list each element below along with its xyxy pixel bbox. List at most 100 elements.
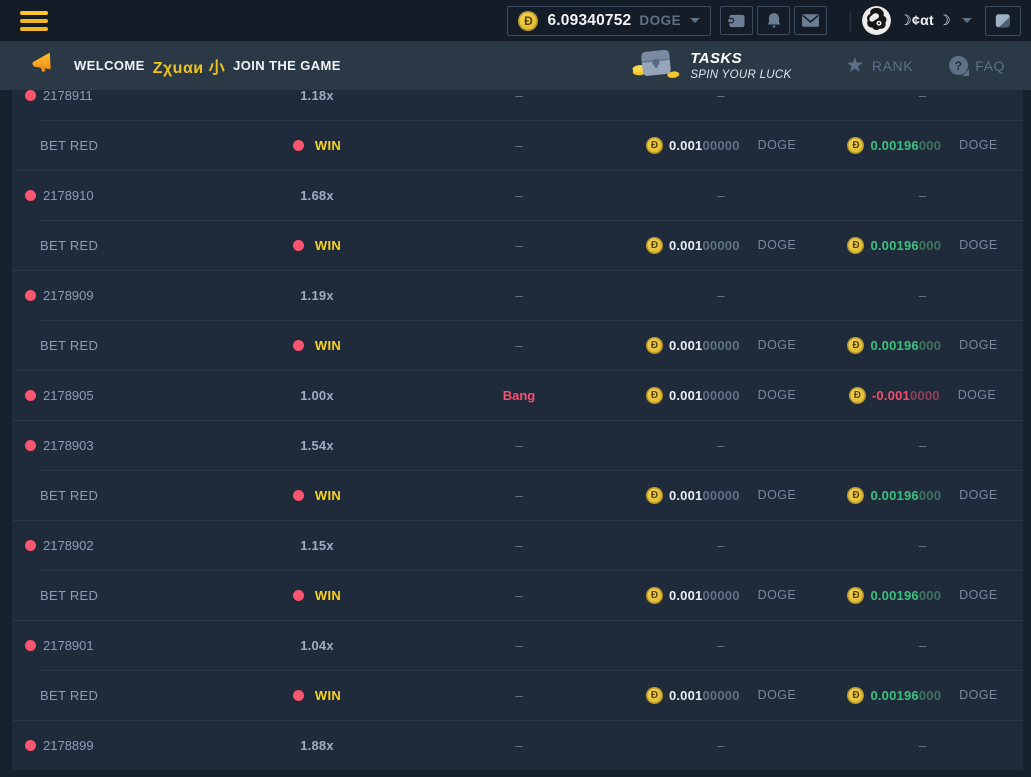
table-cell: – <box>418 488 620 503</box>
tasks-button[interactable]: TASKS SPIN YOUR LUCK <box>630 43 791 88</box>
round-color-dot <box>25 390 36 401</box>
round-id-link[interactable]: 2178905 <box>43 388 94 403</box>
round-id-link[interactable]: 2178910 <box>43 188 94 203</box>
amount-main: 0.001 <box>669 388 703 403</box>
profit-amount-value: -0.0010000 <box>872 388 940 403</box>
placeholder-dash: – <box>919 438 926 453</box>
welcome-prefix: WELCOME <box>74 58 145 73</box>
placeholder-dash: – <box>717 538 724 553</box>
tasks-title: TASKS <box>690 50 791 67</box>
placeholder-dash: – <box>515 90 522 103</box>
profit-amount-value: 0.00196000 <box>870 238 941 253</box>
round-id-link[interactable]: 2178901 <box>43 638 94 653</box>
user-menu[interactable]: ☽¢αt ☽ <box>862 6 972 35</box>
table-cell: 1.68x <box>216 188 418 203</box>
wallet-button[interactable] <box>720 6 753 35</box>
table-cell: WIN <box>216 488 418 503</box>
table-row: 21789031.54x––– <box>12 420 1023 470</box>
table-row: BET REDWIN–Đ0.00100000DOGEĐ0.00196000DOG… <box>12 120 1023 170</box>
doge-coin-icon: Đ <box>646 337 663 354</box>
currency-label: DOGE <box>958 388 996 402</box>
amount-trailing-zeros: 00000 <box>702 138 739 153</box>
menu-button[interactable] <box>20 7 48 35</box>
table-cell: – <box>418 638 620 653</box>
table-row: 21789091.19x––– <box>12 270 1023 320</box>
profit-amount: Đ0.00196000DOGE <box>847 237 997 254</box>
table-row: 21788991.88x––– <box>12 720 1023 770</box>
amount-main: 0.00196 <box>870 138 918 153</box>
currency-label: DOGE <box>959 338 997 352</box>
placeholder-dash: – <box>919 738 926 753</box>
megaphone-icon <box>30 50 57 82</box>
bet-amount-value: 0.00100000 <box>669 488 740 503</box>
amount-trailing-zeros: 0000 <box>910 388 940 403</box>
table-cell: – <box>620 288 822 303</box>
username: ☽¢αt ☽ <box>899 12 951 29</box>
placeholder-dash: – <box>515 188 522 203</box>
round-id-link[interactable]: 2178909 <box>43 288 94 303</box>
welcome-username: Zχuαи 小 <box>153 54 225 78</box>
win-indicator-dot <box>293 490 304 501</box>
round-multiplier: 1.19x <box>300 288 334 303</box>
round-multiplier: 1.00x <box>300 388 334 403</box>
round-id-link[interactable]: 2178902 <box>43 538 94 553</box>
placeholder-dash: – <box>717 288 724 303</box>
table-cell: – <box>822 738 1023 753</box>
currency-label: DOGE <box>758 488 796 502</box>
balance-selector[interactable]: Đ 6.09340752 DOGE <box>507 6 711 36</box>
tasks-text: TASKS SPIN YOUR LUCK <box>690 50 791 81</box>
table-cell: Đ0.00100000DOGE <box>620 337 822 354</box>
profit-amount: Đ-0.0010000DOGE <box>849 387 996 404</box>
amount-main: 0.00196 <box>870 238 918 253</box>
rank-button[interactable]: ★ RANK <box>845 55 913 76</box>
placeholder-dash: – <box>515 538 522 553</box>
notifications-button[interactable] <box>757 6 790 35</box>
bet-type-label: BET RED <box>40 338 98 353</box>
bet-amount: Đ0.00100000DOGE <box>646 237 796 254</box>
star-icon: ★ <box>845 55 864 76</box>
table-cell: – <box>620 90 822 103</box>
win-indicator-dot <box>293 590 304 601</box>
table-cell: 1.54x <box>216 438 418 453</box>
table-cell: BET RED <box>12 488 216 503</box>
table-cell: BET RED <box>12 338 216 353</box>
bet-amount: Đ0.00100000DOGE <box>646 687 796 704</box>
table-cell: – <box>620 438 822 453</box>
table-cell: – <box>822 288 1023 303</box>
table-cell: – <box>418 188 620 203</box>
faq-button[interactable]: ? FAQ <box>949 56 1005 75</box>
doge-coin-icon: Đ <box>847 237 864 254</box>
table-cell: – <box>620 188 822 203</box>
table-cell: Đ0.00100000DOGE <box>620 137 822 154</box>
placeholder-dash: – <box>717 188 724 203</box>
table-cell: – <box>418 538 620 553</box>
divider <box>850 10 851 32</box>
placeholder-dash: – <box>515 588 522 603</box>
amount-main: 0.001 <box>669 488 703 503</box>
round-multiplier: 1.68x <box>300 188 334 203</box>
round-multiplier: 1.54x <box>300 438 334 453</box>
currency-label: DOGE <box>758 338 796 352</box>
currency-label: DOGE <box>758 388 796 402</box>
table-cell: Đ-0.0010000DOGE <box>822 387 1023 404</box>
round-id-link[interactable]: 2178911 <box>43 90 93 103</box>
amount-trailing-zeros: 00000 <box>702 588 739 603</box>
amount-trailing-zeros: 00000 <box>702 488 739 503</box>
table-cell: – <box>418 338 620 353</box>
round-id-link[interactable]: 2178899 <box>43 738 94 753</box>
chat-icon <box>993 12 1013 30</box>
table-cell: – <box>822 638 1023 653</box>
balance-currency-label: DOGE <box>639 13 681 28</box>
messages-button[interactable] <box>794 6 827 35</box>
placeholder-dash: – <box>919 188 926 203</box>
round-color-dot <box>25 440 36 451</box>
amount-main: 0.00196 <box>870 488 918 503</box>
profit-amount-value: 0.00196000 <box>870 338 941 353</box>
profit-amount: Đ0.00196000DOGE <box>847 487 997 504</box>
placeholder-dash: – <box>515 138 522 153</box>
currency-label: DOGE <box>758 588 796 602</box>
placeholder-dash: – <box>515 338 522 353</box>
table-cell: 2178905 <box>12 388 216 403</box>
round-id-link[interactable]: 2178903 <box>43 438 94 453</box>
chat-button[interactable] <box>985 6 1021 36</box>
